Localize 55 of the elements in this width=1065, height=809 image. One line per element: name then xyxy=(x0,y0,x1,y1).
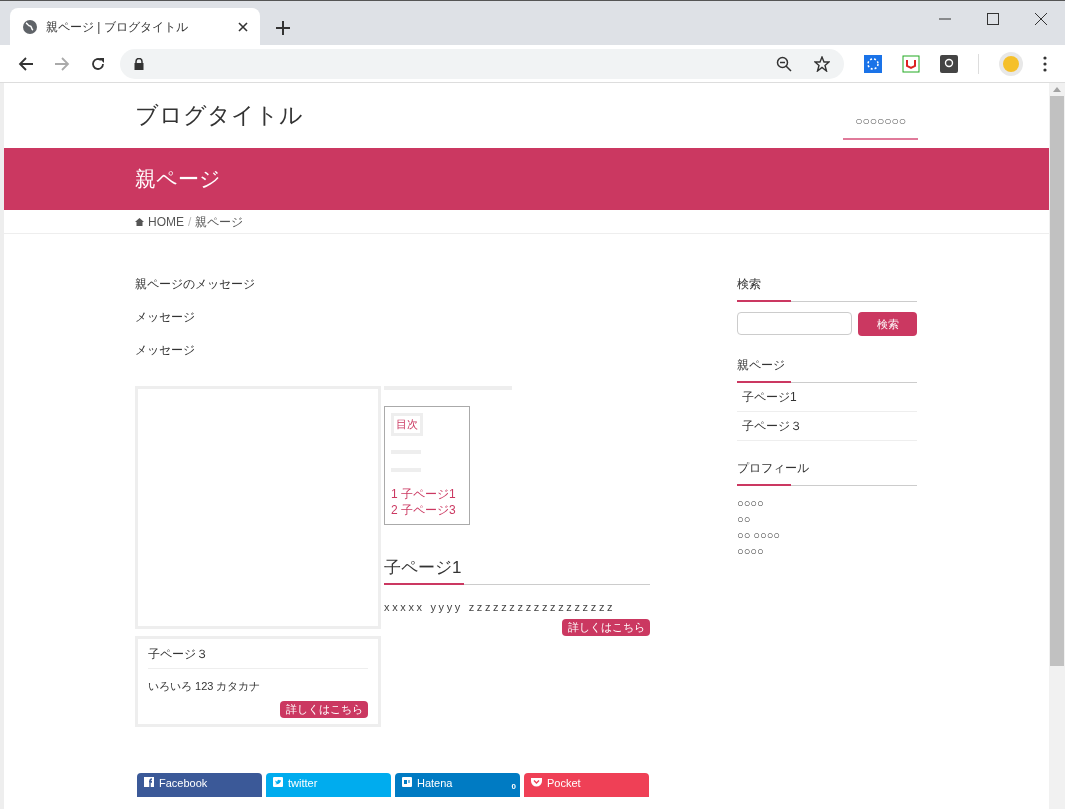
profile-text: ○○○○ xyxy=(737,496,765,511)
home-icon xyxy=(135,217,144,226)
bird-icon xyxy=(273,777,283,787)
toc-link[interactable]: 1 子ページ1 xyxy=(391,485,463,502)
breadcrumb-link[interactable]: 親ページ xyxy=(195,212,244,231)
close-window-icon[interactable] xyxy=(1035,13,1047,25)
widget-title: 検索 xyxy=(737,276,762,293)
search-button[interactable]: 検索 xyxy=(858,312,917,336)
toc-link[interactable]: 2 子ページ3 xyxy=(391,501,463,518)
zoom-out-icon[interactable] xyxy=(776,55,792,72)
lock-icon xyxy=(134,57,144,70)
star-icon[interactable] xyxy=(814,55,830,72)
details-button[interactable]: 詳しくはこちら xyxy=(562,618,650,636)
share-count: 0 xyxy=(511,783,516,791)
facebook-icon xyxy=(144,777,154,787)
browser-tab[interactable]: 親ページ | ブログタイトル xyxy=(10,8,260,45)
close-icon[interactable] xyxy=(238,21,248,32)
profile-text: ○○ ○○○○ xyxy=(737,528,781,543)
reload-icon[interactable] xyxy=(90,55,106,72)
extension-icon[interactable] xyxy=(864,54,882,73)
share-button[interactable]: Facebook xyxy=(137,773,262,797)
nav-link[interactable]: ○○○○○○○ xyxy=(843,91,918,140)
message-text: メッセージ xyxy=(135,309,196,326)
back-icon[interactable] xyxy=(18,55,34,72)
share-button[interactable]: Pocket xyxy=(524,773,649,797)
details-button[interactable]: 詳しくはこちら xyxy=(280,701,368,718)
menu-icon[interactable] xyxy=(1043,55,1047,72)
blog-title[interactable]: ブログタイトル xyxy=(135,98,303,133)
page-heading: 親ページ xyxy=(135,166,221,193)
new-tab-icon[interactable] xyxy=(276,21,290,35)
card-text: いろいろ 123 カタカナ xyxy=(148,678,262,694)
widget-title: 親ページ xyxy=(737,357,786,374)
hatena-icon xyxy=(402,777,412,787)
search-field[interactable] xyxy=(737,312,852,335)
share-button[interactable]: Hatena 0 xyxy=(395,773,520,797)
section-heading: 子ページ1 xyxy=(384,556,463,579)
widget-title: プロフィール xyxy=(737,460,810,477)
profile-text: ○○○○ xyxy=(737,544,765,559)
breadcrumb-separator: / xyxy=(188,213,192,231)
maximize-icon[interactable] xyxy=(987,13,999,25)
section-text: xxxxx yyyy zzzzzzzzzzzzzzzzzz xyxy=(384,600,617,615)
toc-title: 目次 xyxy=(391,413,423,436)
page-link[interactable]: 子ページ1 xyxy=(737,383,917,412)
extension-icon[interactable] xyxy=(902,54,920,73)
card-title: 子ページ３ xyxy=(148,644,368,669)
breadcrumb-link[interactable]: HOME xyxy=(148,212,184,231)
message-text: 親ページのメッセージ xyxy=(135,276,256,293)
page-link[interactable]: 子ページ３ xyxy=(737,412,917,441)
globe-icon xyxy=(22,18,38,35)
message-text: メッセージ xyxy=(135,342,196,359)
extension-icon[interactable] xyxy=(940,54,958,73)
scrollbar-thumb[interactable] xyxy=(1050,96,1064,666)
tab-title: 親ページ | ブログタイトル xyxy=(46,18,189,36)
profile-text: ○○ xyxy=(737,512,752,527)
pocket-icon xyxy=(531,777,542,787)
